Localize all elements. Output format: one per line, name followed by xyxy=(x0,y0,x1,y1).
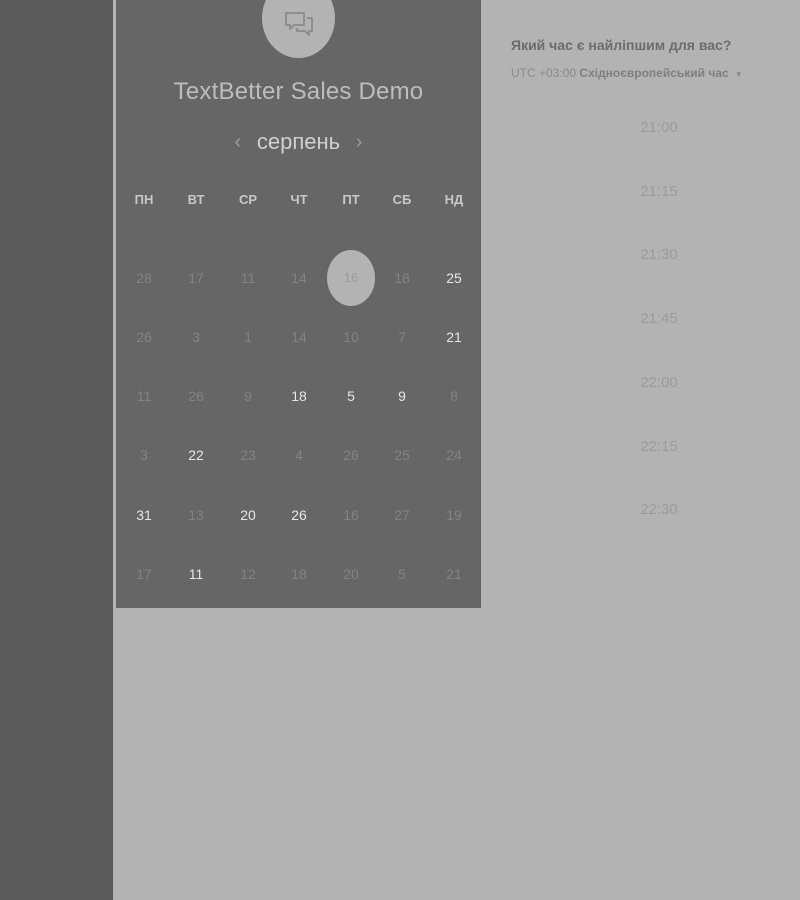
timezone-name: Східноєвропейський час xyxy=(579,66,729,80)
available-day[interactable]: 25 xyxy=(428,265,480,291)
unavailable-day: 23 xyxy=(240,447,256,463)
available-day[interactable]: 9 xyxy=(376,383,428,409)
time-slot-button[interactable]: 22:00 xyxy=(581,369,737,397)
unavailable-day: 24 xyxy=(446,447,462,463)
unavailable-day: 8 xyxy=(450,388,458,404)
time-question: Який час є найліпшим для вас? xyxy=(511,37,732,53)
unavailable-day: 17 xyxy=(136,566,152,582)
available-day[interactable]: 21 xyxy=(428,324,480,350)
unavailable-day: 26 xyxy=(188,388,204,404)
unavailable-day: 7 xyxy=(398,329,406,345)
unavailable-day: 12 xyxy=(240,566,256,582)
left-sidebar xyxy=(0,0,113,900)
unavailable-day: 13 xyxy=(188,507,204,523)
selected-day[interactable]: 16 xyxy=(327,250,375,306)
calendar-panel: TextBetter Sales Demo ‹ серпень › ПН ВТ СР… xyxy=(116,0,481,608)
unavailable-day: 5 xyxy=(398,566,406,582)
unavailable-day: 25 xyxy=(394,447,410,463)
timezone-selector[interactable]: UTC +03:00 Східноєвропейський час ▼ xyxy=(511,66,743,80)
unavailable-day: 18 xyxy=(394,270,410,286)
unavailable-day: 20 xyxy=(343,566,359,582)
unavailable-day: 21 xyxy=(446,566,462,582)
time-slot-button[interactable]: 21:00 xyxy=(581,114,737,142)
available-day[interactable]: 5 xyxy=(325,383,377,409)
time-slot-button[interactable]: 22:30 xyxy=(581,496,737,524)
date-grid: 28 17 11 14 16 18 25 26 3 1 14 10 7 21 11 26 9 18 5 9 8 3 22 23… xyxy=(116,0,481,608)
timezone-offset: UTC +03:00 xyxy=(511,66,577,80)
unavailable-day: 1 xyxy=(244,329,252,345)
unavailable-day: 27 xyxy=(394,507,410,523)
unavailable-day: 3 xyxy=(192,329,200,345)
unavailable-day: 18 xyxy=(291,566,307,582)
unavailable-day: 14 xyxy=(291,270,307,286)
available-day[interactable]: 22 xyxy=(170,442,222,468)
caret-down-icon: ▼ xyxy=(734,70,743,79)
unavailable-day: 28 xyxy=(136,270,152,286)
time-slot-button[interactable]: 21:30 xyxy=(581,241,737,269)
time-slot-button[interactable]: 22:15 xyxy=(581,433,737,461)
unavailable-day: 10 xyxy=(343,329,359,345)
unavailable-day: 14 xyxy=(291,329,307,345)
available-day[interactable]: 26 xyxy=(273,502,325,528)
available-day[interactable]: 31 xyxy=(118,502,170,528)
unavailable-day: 9 xyxy=(244,388,252,404)
time-slot-button[interactable]: 21:45 xyxy=(581,305,737,333)
available-day[interactable]: 11 xyxy=(170,561,222,587)
unavailable-day: 4 xyxy=(295,447,303,463)
unavailable-day: 26 xyxy=(136,329,152,345)
unavailable-day: 11 xyxy=(136,388,152,404)
unavailable-day: 3 xyxy=(140,447,148,463)
unavailable-day: 16 xyxy=(343,507,359,523)
unavailable-day: 26 xyxy=(343,447,359,463)
time-slot-button[interactable]: 21:15 xyxy=(581,178,737,206)
available-day[interactable]: 18 xyxy=(273,383,325,409)
unavailable-day: 11 xyxy=(240,270,256,286)
available-day[interactable]: 20 xyxy=(222,502,274,528)
unavailable-day: 19 xyxy=(446,507,462,523)
unavailable-day: 17 xyxy=(188,270,204,286)
